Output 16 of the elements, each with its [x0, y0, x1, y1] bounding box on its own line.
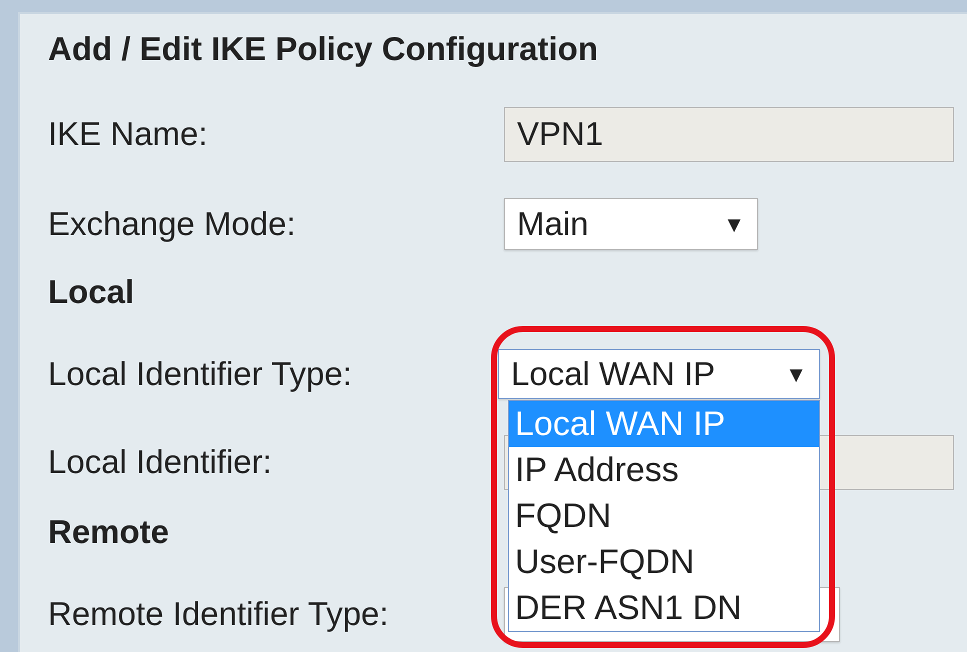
dropdown-option[interactable]: User-FQDN [509, 539, 819, 585]
field-label: Exchange Mode: [48, 204, 297, 244]
field-label: IKE Name: [48, 114, 209, 154]
field-label: Remote Identifier Type: [48, 594, 390, 634]
dropdown-option[interactable]: FQDN [509, 493, 819, 539]
section-heading: Remote [48, 512, 170, 552]
form-title: Add / Edit IKE Policy Configuration [48, 29, 598, 70]
section-heading: Local [48, 272, 134, 312]
dropdown-option[interactable]: IP Address [509, 447, 819, 493]
field-label: Local Identifier Type: [48, 354, 353, 394]
caret-icon: ▼ [723, 208, 745, 240]
select-field[interactable]: Main ▼ [504, 198, 758, 250]
dropdown-option[interactable]: DER ASN1 DN [509, 585, 819, 631]
field-label: Local Identifier: [48, 442, 273, 482]
select-field[interactable]: Local WAN IP ▼ [498, 349, 820, 399]
caret-icon: ▼ [785, 358, 807, 390]
